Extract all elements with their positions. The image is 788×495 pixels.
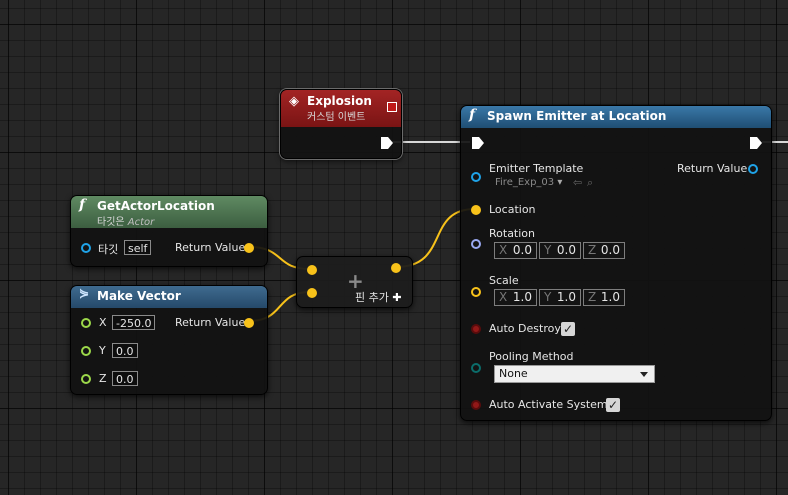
pooling-method-value: None	[499, 367, 528, 380]
add-input-b-pin[interactable]	[307, 288, 317, 298]
scale-label: Scale	[489, 274, 519, 287]
y-label: Y	[99, 344, 106, 357]
chevron-down-icon	[640, 372, 648, 377]
scale-z-field[interactable]: Z 1.0	[583, 289, 625, 306]
auto-activate-checkbox[interactable]: ✓	[606, 398, 620, 412]
rotation-label: Rotation	[489, 227, 536, 240]
spawn-emitter-node[interactable]: f Spawn Emitter at Location Emitter Temp…	[460, 105, 772, 421]
x-pin[interactable]	[81, 318, 91, 328]
target-pin[interactable]	[81, 243, 91, 253]
auto-activate-pin[interactable]	[471, 400, 481, 410]
make-vector-header[interactable]: ⋟ Make Vector	[71, 286, 267, 308]
rotation-x-field[interactable]: X 0.0	[494, 242, 537, 259]
x-value-field[interactable]: -250.0	[112, 315, 156, 330]
browse-arrow-icon[interactable]: ⇦	[573, 176, 582, 189]
auto-activate-label: Auto Activate System	[489, 398, 608, 411]
scale-z-value: 1.0	[600, 290, 620, 304]
add-output-pin[interactable]	[391, 263, 401, 273]
axis-z-label: Z	[588, 243, 597, 257]
explosion-node-header[interactable]: ◈ Explosion 커스텀 이벤트	[281, 90, 401, 127]
y-pin[interactable]	[81, 346, 91, 356]
add-input-a-pin[interactable]	[307, 265, 317, 275]
plus-icon: ✚	[392, 291, 402, 304]
auto-destroy-label: Auto Destroy	[489, 322, 561, 335]
scale-pin[interactable]	[471, 287, 481, 297]
make-vector-return-pin[interactable]	[244, 318, 254, 328]
subtitle-target: Actor	[127, 217, 155, 228]
target-label: 타깃	[98, 243, 119, 256]
make-vector-title: Make Vector	[97, 289, 181, 303]
rotation-pin[interactable]	[471, 239, 481, 249]
explosion-event-node[interactable]: ◈ Explosion 커스텀 이벤트	[280, 89, 402, 159]
emitter-template-label: Emitter Template	[489, 162, 584, 175]
scale-y-value: 1.0	[556, 290, 576, 304]
get-actor-location-title: GetActorLocation	[97, 199, 215, 213]
get-actor-location-return-pin[interactable]	[244, 243, 254, 253]
scale-y-field[interactable]: Y 1.0	[539, 289, 581, 306]
emitter-template-picker[interactable]: Fire_Exp_03 ▾	[495, 177, 562, 191]
auto-destroy-checkbox[interactable]: ✓	[561, 322, 575, 336]
emitter-template-value: Fire_Exp_03	[495, 177, 555, 188]
y-value-field[interactable]: 0.0	[112, 343, 138, 358]
make-vector-return-label: Return Value	[175, 316, 246, 329]
make-vector-node[interactable]: ⋟ Make Vector X -250.0 Return Value Y 0.…	[70, 285, 268, 395]
axis-x-label: X	[499, 243, 508, 257]
rotation-y-field[interactable]: Y 0.0	[539, 242, 581, 259]
z-pin[interactable]	[81, 374, 91, 384]
make-struct-icon: ⋟	[79, 286, 90, 300]
pooling-method-pin[interactable]	[471, 363, 481, 373]
location-pin[interactable]	[471, 205, 481, 215]
spawn-return-pin[interactable]	[748, 164, 758, 174]
add-vector-node[interactable]: + 핀 추가 ✚	[296, 256, 413, 308]
z-label: Z	[99, 372, 107, 385]
spawn-emitter-title: Spawn Emitter at Location	[487, 109, 667, 123]
axis-x-label: X	[499, 290, 508, 304]
get-actor-location-return-label: Return Value	[175, 241, 246, 254]
scale-x-value: 1.0	[512, 290, 532, 304]
location-label: Location	[489, 203, 536, 216]
pooling-method-label: Pooling Method	[489, 350, 574, 363]
add-pin-label: 핀 추가	[355, 291, 389, 304]
pooling-method-dropdown[interactable]: None	[494, 365, 655, 383]
scale-x-field[interactable]: X 1.0	[494, 289, 537, 306]
magnifier-icon[interactable]: ⌕	[587, 176, 593, 190]
diamond-event-icon: ◈	[289, 94, 299, 109]
emitter-template-pin[interactable]	[471, 172, 481, 182]
rotation-z-value: 0.0	[600, 243, 620, 257]
get-actor-location-header[interactable]: f GetActorLocation 타깃은 Actor	[71, 196, 267, 228]
axis-y-label: Y	[544, 243, 552, 257]
delegate-pin-icon[interactable]	[387, 102, 397, 112]
z-value-field[interactable]: 0.0	[112, 371, 138, 386]
auto-destroy-pin[interactable]	[471, 324, 481, 334]
axis-y-label: Y	[544, 290, 552, 304]
function-f-icon: f	[79, 197, 86, 213]
subtitle-prefix: 타깃은	[97, 217, 125, 228]
get-actor-location-subtitle: 타깃은 Actor	[97, 213, 267, 228]
function-f-icon: f	[469, 107, 476, 123]
get-actor-location-node[interactable]: f GetActorLocation 타깃은 Actor 타깃 self Ret…	[70, 195, 268, 267]
x-label: X	[99, 316, 107, 329]
axis-z-label: Z	[588, 290, 597, 304]
spawn-emitter-header[interactable]: f Spawn Emitter at Location	[461, 106, 771, 128]
rotation-y-value: 0.0	[556, 243, 576, 257]
chevron-down-icon: ▾	[557, 177, 563, 188]
target-self-field[interactable]: self	[124, 240, 152, 255]
spawn-return-label: Return Value	[677, 162, 748, 175]
rotation-x-value: 0.0	[512, 243, 532, 257]
rotation-z-field[interactable]: Z 0.0	[583, 242, 625, 259]
add-pin-button[interactable]: 핀 추가 ✚	[355, 289, 402, 305]
